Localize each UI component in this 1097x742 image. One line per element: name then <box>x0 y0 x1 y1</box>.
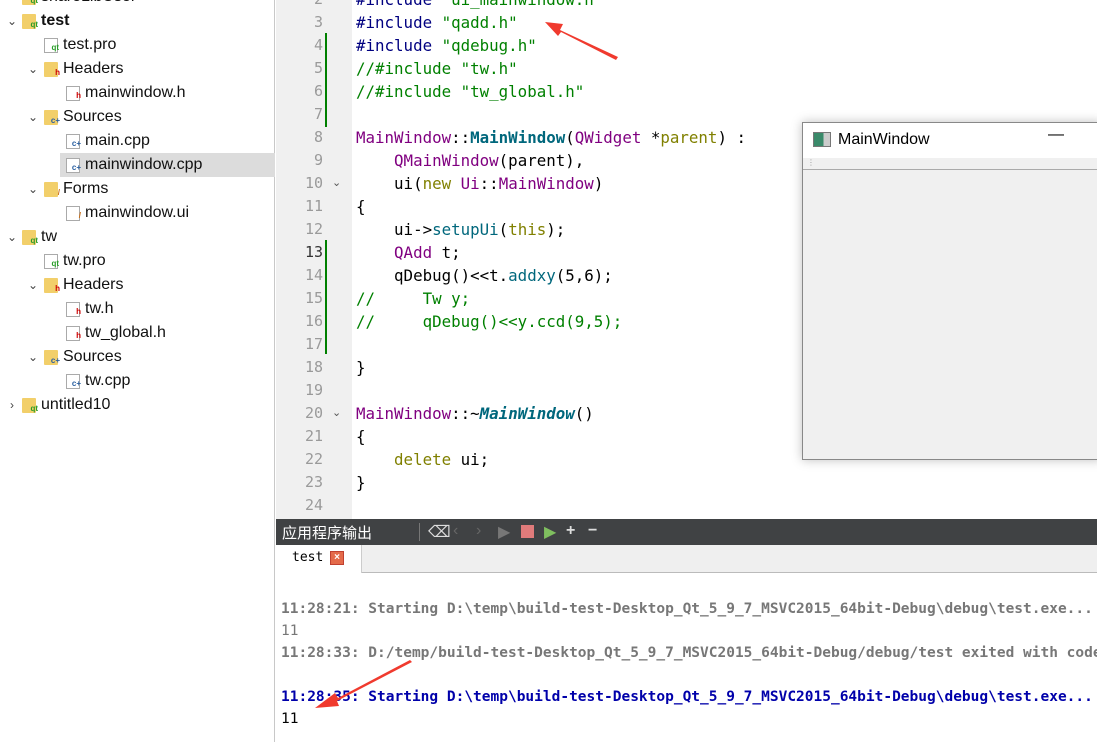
annotation-arrow <box>545 22 618 60</box>
annotation-arrow <box>315 660 412 708</box>
annotation-arrows <box>315 22 618 708</box>
